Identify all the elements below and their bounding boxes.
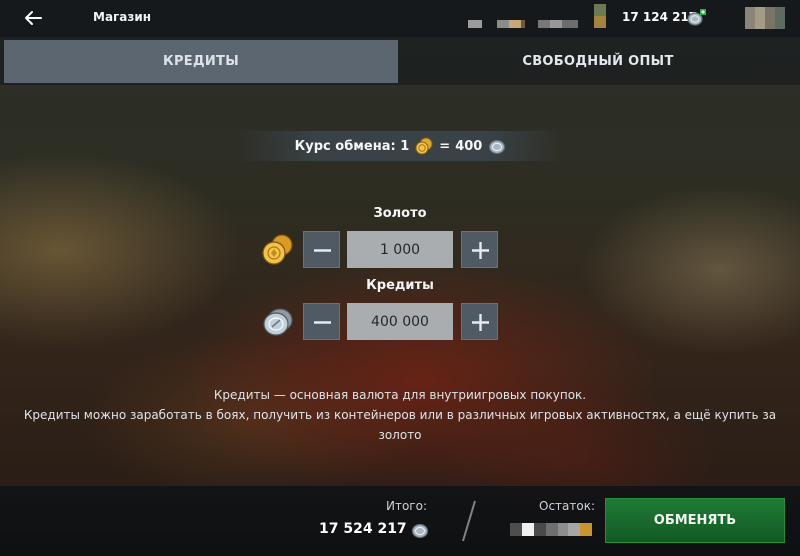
credit-coin-icon <box>411 523 429 539</box>
total-label: Итого: <box>386 499 427 513</box>
credits-increase-button[interactable] <box>461 303 498 340</box>
description-line-3: золото <box>378 428 422 442</box>
currency-pixel-1 <box>468 8 482 28</box>
currency-pixel-2 <box>497 8 525 28</box>
plus-icon <box>472 242 489 259</box>
gold-coin-icon <box>415 137 433 155</box>
minus-icon <box>314 249 331 252</box>
plus-icon <box>472 314 489 331</box>
description-line-2: Кредиты можно заработать в боях, получит… <box>23 408 777 422</box>
minus-icon <box>314 321 331 324</box>
gold-label: Золото <box>373 206 427 221</box>
gold-coins-icon <box>262 234 293 265</box>
credits-decrease-button[interactable] <box>303 303 340 340</box>
rate-equals: = <box>439 138 451 154</box>
gold-decrease-button[interactable] <box>303 231 340 268</box>
total-value: 17 524 217 <box>319 521 407 537</box>
credit-coin-icon[interactable] <box>686 9 706 27</box>
gold-stepper: 1 000 <box>260 231 500 269</box>
remaining-label: Остаток: <box>539 499 596 513</box>
tab-credits[interactable]: КРЕДИТЫ <box>4 40 398 83</box>
credit-coin-icon <box>263 308 293 336</box>
gold-amount-field[interactable]: 1 000 <box>347 231 453 268</box>
rate-prefix: Курс обмена: 1 <box>294 138 410 154</box>
gold-increase-button[interactable] <box>461 231 498 268</box>
exchange-button[interactable]: ОБМЕНЯТЬ <box>605 498 785 543</box>
tab-free-experience[interactable]: СВОБОДНЫЙ ОПЫТ <box>400 40 796 83</box>
currency-pixel-3 <box>538 8 578 28</box>
exchange-rate: Курс обмена: 1 = 400 <box>236 131 566 161</box>
credits-amount-field[interactable]: 400 000 <box>347 303 453 340</box>
credits-stepper: 400 000 <box>260 303 500 341</box>
top-bar: Магазин 17 124 217 <box>0 0 800 37</box>
description-line-1: Кредиты — основная валюта для внутриигро… <box>213 388 587 402</box>
arrow-left-icon[interactable] <box>22 7 44 29</box>
page-title: Магазин <box>93 10 152 24</box>
footer-bar: Итого: 17 524 217 Остаток: ОБМЕНЯТЬ <box>0 486 800 556</box>
credits-label: Кредиты <box>366 278 434 293</box>
remaining-value <box>510 523 592 536</box>
avatar[interactable] <box>745 7 785 29</box>
rate-value: 400 <box>455 138 483 154</box>
divider-slash <box>462 500 476 542</box>
credit-coin-icon <box>489 139 506 155</box>
tab-bar: КРЕДИТЫ СВОБОДНЫЙ ОПЫТ <box>0 37 800 85</box>
currency-pixel-4 <box>594 4 606 28</box>
